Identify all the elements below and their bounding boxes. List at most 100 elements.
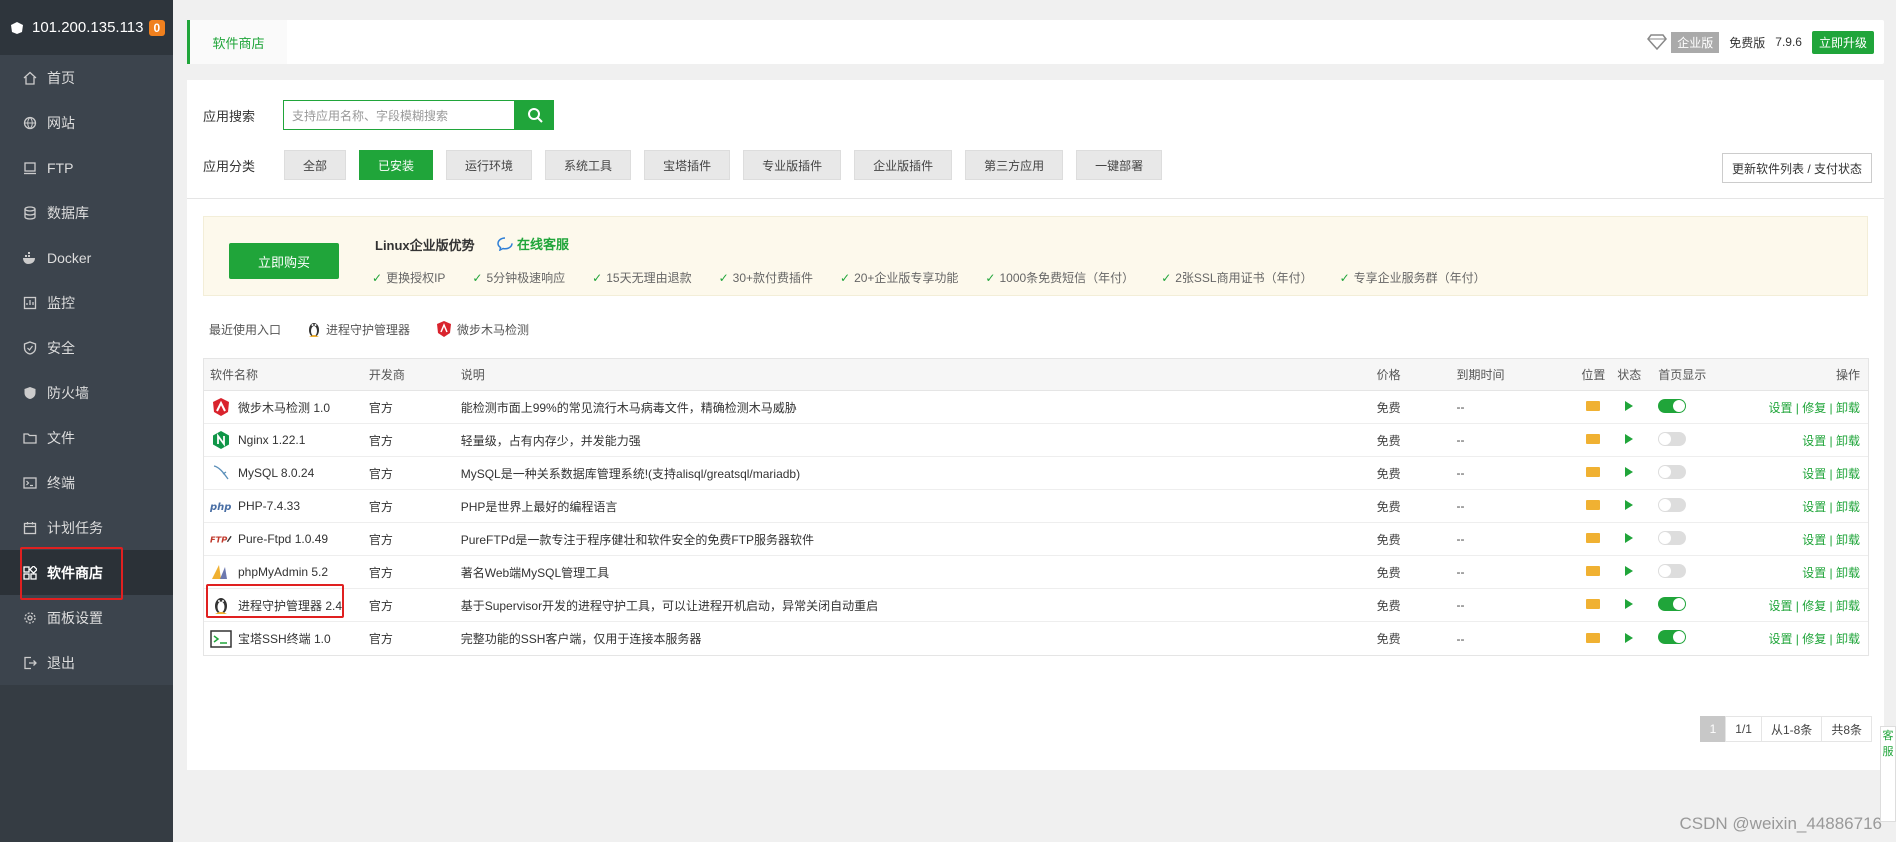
update-software-list-button[interactable]: 更新软件列表 / 支付状态	[1721, 153, 1872, 183]
actions-cell[interactable]: 设置 | 卸载	[1726, 432, 1868, 449]
home-display-toggle[interactable]	[1658, 563, 1687, 578]
sidebar-item-firewall[interactable]: 防火墙	[0, 370, 173, 415]
sidebar-item-apps[interactable]: 软件商店	[0, 547, 173, 600]
category-tab[interactable]: 企业版插件	[854, 150, 953, 180]
sidebar-item-calendar[interactable]: 计划任务	[0, 505, 173, 550]
location-cell[interactable]	[1574, 499, 1612, 513]
home-display-toggle[interactable]	[1658, 431, 1687, 446]
folder-icon[interactable]	[1586, 533, 1601, 543]
tab-software-store[interactable]: 软件商店	[187, 20, 287, 64]
sidebar-item-shield[interactable]: 安全	[0, 325, 173, 370]
status-cell[interactable]	[1612, 433, 1646, 447]
sidebar-item-globe[interactable]: 网站	[0, 100, 173, 145]
search-button[interactable]	[515, 100, 554, 130]
actions-cell[interactable]: 设置 | 修复 | 卸载	[1726, 399, 1868, 416]
software-name-cell[interactable]: 宝塔SSH终端 1.0	[204, 629, 369, 648]
home-display-toggle[interactable]	[1658, 530, 1687, 545]
sidebar-item-folder[interactable]: 文件	[0, 415, 173, 460]
play-icon[interactable]	[1625, 566, 1634, 576]
col-name[interactable]: 软件名称	[204, 366, 369, 383]
sidebar-item-terminal[interactable]: 终端	[0, 460, 173, 505]
software-name-cell[interactable]: MySQL 8.0.24	[204, 463, 369, 483]
actions-cell[interactable]: 设置 | 卸载	[1726, 564, 1868, 581]
category-tab[interactable]: 全部	[284, 150, 347, 180]
buy-now-button[interactable]: 立即购买	[229, 243, 339, 279]
software-name-cell[interactable]: FTP Pure-Ftpd 1.0.49	[204, 532, 369, 546]
status-cell[interactable]	[1612, 499, 1646, 513]
folder-icon[interactable]	[1586, 566, 1601, 576]
home-display-cell[interactable]	[1646, 497, 1726, 515]
category-tab[interactable]: 宝塔插件	[644, 150, 731, 180]
status-cell[interactable]	[1612, 532, 1646, 546]
category-tab[interactable]: 系统工具	[545, 150, 632, 180]
status-cell[interactable]	[1612, 466, 1646, 480]
sidebar-item-ftp[interactable]: FTP	[0, 145, 173, 190]
software-name-cell[interactable]: 微步木马检测 1.0	[204, 397, 369, 417]
online-service-link[interactable]: 在线客服	[497, 234, 569, 253]
play-icon[interactable]	[1625, 467, 1634, 477]
message-count-badge[interactable]: 0	[148, 19, 166, 36]
home-display-cell[interactable]	[1646, 596, 1726, 614]
home-display-cell[interactable]	[1646, 563, 1726, 581]
home-display-cell[interactable]	[1646, 464, 1726, 482]
upgrade-button[interactable]: 立即升级	[1811, 30, 1874, 54]
status-cell[interactable]	[1612, 565, 1646, 579]
play-icon[interactable]	[1625, 401, 1634, 411]
actions-cell[interactable]: 设置 | 卸载	[1726, 465, 1868, 482]
actions-cell[interactable]: 设置 | 修复 | 卸载	[1726, 597, 1868, 614]
location-cell[interactable]	[1574, 400, 1612, 414]
sidebar-item-gear[interactable]: 面板设置	[0, 595, 173, 640]
play-icon[interactable]	[1625, 533, 1634, 543]
home-display-cell[interactable]	[1646, 530, 1726, 548]
software-name-cell[interactable]: phpMyAdmin 5.2	[204, 563, 369, 581]
folder-icon[interactable]	[1586, 401, 1601, 411]
location-cell[interactable]	[1574, 433, 1612, 447]
home-display-cell[interactable]	[1646, 431, 1726, 449]
actions-cell[interactable]: 设置 | 卸载	[1726, 498, 1868, 515]
customer-service-float[interactable]: 客服	[1880, 726, 1896, 822]
sidebar-item-home[interactable]: 首页	[0, 55, 173, 100]
play-icon[interactable]	[1625, 632, 1634, 643]
play-icon[interactable]	[1625, 434, 1634, 444]
location-cell[interactable]	[1574, 466, 1612, 480]
folder-icon[interactable]	[1586, 500, 1601, 510]
actions-cell[interactable]: 设置 | 修复 | 卸载	[1726, 630, 1868, 647]
home-display-toggle[interactable]	[1658, 398, 1687, 413]
recent-item-supervisor[interactable]: 进程守护管理器	[307, 320, 410, 338]
folder-icon[interactable]	[1586, 599, 1601, 609]
software-name-cell[interactable]: 进程守护管理器 2.4	[204, 584, 369, 618]
software-name-cell[interactable]: Nginx 1.22.1	[204, 430, 369, 450]
category-tab[interactable]: 第三方应用	[965, 150, 1064, 180]
location-cell[interactable]	[1574, 632, 1612, 646]
home-display-cell[interactable]	[1646, 630, 1726, 647]
play-icon[interactable]	[1625, 500, 1634, 510]
status-cell[interactable]	[1612, 598, 1646, 612]
home-display-toggle[interactable]	[1658, 630, 1687, 644]
category-tab[interactable]: 运行环境	[446, 150, 533, 180]
status-cell[interactable]	[1612, 632, 1646, 646]
sidebar-item-monitor[interactable]: 监控	[0, 280, 173, 325]
sidebar-item-logout[interactable]: 退出	[0, 640, 173, 685]
folder-icon[interactable]	[1586, 434, 1601, 444]
actions-cell[interactable]: 设置 | 卸载	[1726, 531, 1868, 548]
category-tab[interactable]: 专业版插件	[743, 150, 842, 180]
play-icon[interactable]	[1625, 599, 1634, 609]
home-display-toggle[interactable]	[1658, 596, 1687, 611]
location-cell[interactable]	[1574, 598, 1612, 612]
page-current[interactable]: 1	[1699, 716, 1727, 742]
location-cell[interactable]	[1574, 565, 1612, 579]
enterprise-badge[interactable]: 企业版	[1647, 31, 1720, 53]
sidebar-item-docker[interactable]: Docker	[0, 235, 173, 280]
search-input[interactable]: 支持应用名称、字段模糊搜索	[283, 100, 515, 130]
location-cell[interactable]	[1574, 532, 1612, 546]
folder-icon[interactable]	[1586, 467, 1601, 477]
folder-icon[interactable]	[1586, 632, 1601, 643]
category-tab[interactable]: 已安装	[359, 150, 434, 180]
home-display-cell[interactable]	[1646, 398, 1726, 416]
software-name-cell[interactable]: php PHP-7.4.33	[204, 499, 369, 513]
home-display-toggle[interactable]	[1658, 464, 1687, 479]
category-tab[interactable]: 一键部署	[1076, 150, 1163, 180]
home-display-toggle[interactable]	[1658, 497, 1687, 512]
recent-item-trojan[interactable]: 微步木马检测	[436, 320, 529, 338]
sidebar-item-database[interactable]: 数据库	[0, 190, 173, 235]
